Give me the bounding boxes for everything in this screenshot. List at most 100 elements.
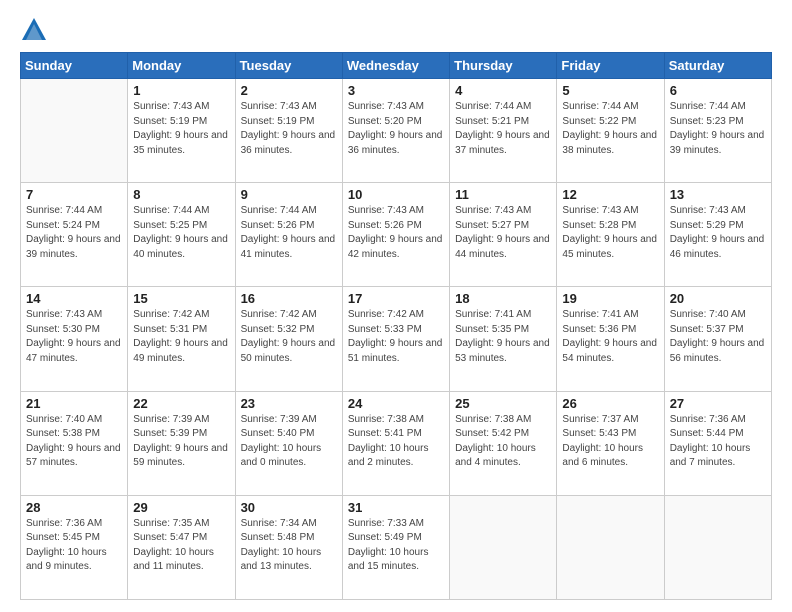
calendar-cell: 1Sunrise: 7:43 AMSunset: 5:19 PMDaylight…: [128, 79, 235, 183]
day-number: 29: [133, 500, 229, 515]
calendar-cell: 9 Sunrise: 7:44 AMSunset: 5:26 PMDaylight…: [235, 183, 342, 287]
calendar-cell: 12 Sunrise: 7:43 AMSunset: 5:28 PMDayligh…: [557, 183, 664, 287]
day-info: Sunrise: 7:43 AMSunset: 5:28 PMDaylight:…: [562, 204, 658, 262]
day-number: 30: [241, 500, 337, 515]
day-info: Sunrise: 7:43 AMSunset: 5:19 PMDaylight:…: [241, 100, 337, 158]
day-info: Sunrise: 7:44 AMSunset: 5:24 PMDaylight:…: [26, 204, 122, 262]
calendar-cell: 11 Sunrise: 7:43 AMSunset: 5:27 PMDayligh…: [450, 183, 557, 287]
day-info: Sunrise: 7:40 AMSunset: 5:37 PMDaylight:…: [670, 308, 766, 366]
day-number: 21: [26, 396, 122, 411]
day-info: Sunrise: 7:41 AMSunset: 5:36 PMDaylight:…: [562, 308, 658, 366]
calendar-cell: 14Sunrise: 7:43 AMSunset: 5:30 PMDayligh…: [21, 287, 128, 391]
col-header-friday: Friday: [557, 53, 664, 79]
calendar-cell: 7 Sunrise: 7:44 AMSunset: 5:24 PMDaylight…: [21, 183, 128, 287]
day-info: Sunrise: 7:36 AMSunset: 5:45 PMDaylight:…: [26, 517, 122, 575]
calendar-cell: 17 Sunrise: 7:42 AMSunset: 5:33 PMDayligh…: [342, 287, 449, 391]
day-number: 26: [562, 396, 658, 411]
day-info: Sunrise: 7:43 AMSunset: 5:26 PMDaylight:…: [348, 204, 444, 262]
calendar-week-4: 21 Sunrise: 7:40 AMSunset: 5:38 PMDayligh…: [21, 391, 772, 495]
day-number: 13: [670, 187, 766, 202]
calendar-cell: 30 Sunrise: 7:34 AMSunset: 5:48 PMDayligh…: [235, 495, 342, 599]
col-header-saturday: Saturday: [664, 53, 771, 79]
page: SundayMondayTuesdayWednesdayThursdayFrid…: [0, 0, 792, 612]
calendar-cell: 6 Sunrise: 7:44 AMSunset: 5:23 PMDaylight…: [664, 79, 771, 183]
day-info: Sunrise: 7:44 AMSunset: 5:22 PMDaylight:…: [562, 100, 658, 158]
calendar-cell: 2 Sunrise: 7:43 AMSunset: 5:19 PMDaylight…: [235, 79, 342, 183]
day-number: 16: [241, 291, 337, 306]
calendar-cell: [664, 495, 771, 599]
day-number: 11: [455, 187, 551, 202]
day-info: Sunrise: 7:36 AMSunset: 5:44 PMDaylight:…: [670, 413, 766, 471]
day-info: Sunrise: 7:42 AMSunset: 5:32 PMDaylight:…: [241, 308, 337, 366]
day-number: 15: [133, 291, 229, 306]
calendar-cell: [21, 79, 128, 183]
calendar-cell: 16 Sunrise: 7:42 AMSunset: 5:32 PMDayligh…: [235, 287, 342, 391]
day-number: 8: [133, 187, 229, 202]
day-info: Sunrise: 7:35 AMSunset: 5:47 PMDaylight:…: [133, 517, 229, 575]
day-number: 1: [133, 83, 229, 98]
day-number: 25: [455, 396, 551, 411]
day-info: Sunrise: 7:37 AMSunset: 5:43 PMDaylight:…: [562, 413, 658, 471]
logo-icon: [20, 16, 48, 44]
day-info: Sunrise: 7:34 AMSunset: 5:48 PMDaylight:…: [241, 517, 337, 575]
calendar-cell: 25Sunrise: 7:38 AMSunset: 5:42 PMDayligh…: [450, 391, 557, 495]
day-number: 2: [241, 83, 337, 98]
day-number: 31: [348, 500, 444, 515]
calendar-cell: 21 Sunrise: 7:40 AMSunset: 5:38 PMDayligh…: [21, 391, 128, 495]
day-info: Sunrise: 7:44 AMSunset: 5:21 PMDaylight:…: [455, 100, 551, 158]
day-info: Sunrise: 7:42 AMSunset: 5:31 PMDaylight:…: [133, 308, 229, 366]
calendar-cell: 15 Sunrise: 7:42 AMSunset: 5:31 PMDayligh…: [128, 287, 235, 391]
day-number: 17: [348, 291, 444, 306]
header: [20, 16, 772, 44]
day-info: Sunrise: 7:44 AMSunset: 5:26 PMDaylight:…: [241, 204, 337, 262]
day-number: 6: [670, 83, 766, 98]
day-info: Sunrise: 7:43 AMSunset: 5:20 PMDaylight:…: [348, 100, 444, 158]
calendar-week-3: 14Sunrise: 7:43 AMSunset: 5:30 PMDayligh…: [21, 287, 772, 391]
col-header-wednesday: Wednesday: [342, 53, 449, 79]
day-number: 27: [670, 396, 766, 411]
calendar-cell: 28Sunrise: 7:36 AMSunset: 5:45 PMDayligh…: [21, 495, 128, 599]
calendar-cell: 24 Sunrise: 7:38 AMSunset: 5:41 PMDayligh…: [342, 391, 449, 495]
calendar-cell: 22Sunrise: 7:39 AMSunset: 5:39 PMDayligh…: [128, 391, 235, 495]
calendar-cell: 13Sunrise: 7:43 AMSunset: 5:29 PMDayligh…: [664, 183, 771, 287]
calendar-cell: 29 Sunrise: 7:35 AMSunset: 5:47 PMDayligh…: [128, 495, 235, 599]
col-header-tuesday: Tuesday: [235, 53, 342, 79]
day-number: 9: [241, 187, 337, 202]
day-info: Sunrise: 7:44 AMSunset: 5:25 PMDaylight:…: [133, 204, 229, 262]
day-number: 12: [562, 187, 658, 202]
day-info: Sunrise: 7:42 AMSunset: 5:33 PMDaylight:…: [348, 308, 444, 366]
calendar-cell: 31 Sunrise: 7:33 AMSunset: 5:49 PMDayligh…: [342, 495, 449, 599]
calendar-cell: 8 Sunrise: 7:44 AMSunset: 5:25 PMDaylight…: [128, 183, 235, 287]
day-info: Sunrise: 7:39 AMSunset: 5:39 PMDaylight:…: [133, 413, 229, 471]
day-number: 24: [348, 396, 444, 411]
calendar-cell: 26 Sunrise: 7:37 AMSunset: 5:43 PMDayligh…: [557, 391, 664, 495]
day-info: Sunrise: 7:33 AMSunset: 5:49 PMDaylight:…: [348, 517, 444, 575]
calendar-week-1: 1 Sunrise: 7:43 AMSunset: 5:19 PMDaylight…: [21, 79, 772, 183]
calendar-table: SundayMondayTuesdayWednesdayThursdayFrid…: [20, 52, 772, 600]
calendar-cell: 20 Sunrise: 7:40 AMSunset: 5:37 PMDayligh…: [664, 287, 771, 391]
day-info: Sunrise: 7:41 AMSunset: 5:35 PMDaylight:…: [455, 308, 551, 366]
calendar-week-5: 28Sunrise: 7:36 AMSunset: 5:45 PMDayligh…: [21, 495, 772, 599]
day-info: Sunrise: 7:38 AMSunset: 5:41 PMDaylight:…: [348, 413, 444, 471]
day-number: 19: [562, 291, 658, 306]
day-number: 18: [455, 291, 551, 306]
day-info: Sunrise: 7:40 AMSunset: 5:38 PMDaylight:…: [26, 413, 122, 471]
day-info: Sunrise: 7:39 AMSunset: 5:40 PMDaylight:…: [241, 413, 337, 471]
day-number: 4: [455, 83, 551, 98]
day-info: Sunrise: 7:43 AMSunset: 5:27 PMDaylight:…: [455, 204, 551, 262]
day-number: 23: [241, 396, 337, 411]
calendar-cell: 19 Sunrise: 7:41 AMSunset: 5:36 PMDayligh…: [557, 287, 664, 391]
calendar-cell: [557, 495, 664, 599]
col-header-sunday: Sunday: [21, 53, 128, 79]
logo: [20, 16, 52, 44]
day-number: 20: [670, 291, 766, 306]
calendar-cell: 4 Sunrise: 7:44 AMSunset: 5:21 PMDaylight…: [450, 79, 557, 183]
calendar-cell: [450, 495, 557, 599]
day-info: Sunrise: 7:43 AMSunset: 5:30 PMDaylight:…: [26, 308, 122, 366]
day-number: 10: [348, 187, 444, 202]
day-number: 7: [26, 187, 122, 202]
day-info: Sunrise: 7:44 AMSunset: 5:23 PMDaylight:…: [670, 100, 766, 158]
col-header-thursday: Thursday: [450, 53, 557, 79]
calendar-header-row: SundayMondayTuesdayWednesdayThursdayFrid…: [21, 53, 772, 79]
calendar-cell: 10 Sunrise: 7:43 AMSunset: 5:26 PMDayligh…: [342, 183, 449, 287]
